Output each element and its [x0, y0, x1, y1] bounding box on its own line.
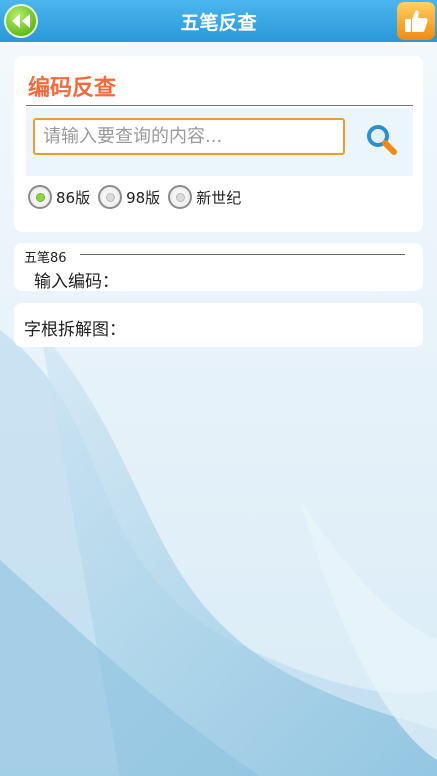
- decomposition-card: 字根拆解图：: [14, 303, 423, 347]
- double-left-arrow-icon: [12, 14, 30, 28]
- like-button[interactable]: [397, 2, 435, 40]
- radio-label: 98版: [126, 188, 161, 207]
- radio-label: 86版: [56, 188, 91, 207]
- divider: [26, 105, 413, 106]
- radio-selected-icon: [28, 185, 52, 209]
- result-legend: 五笔86: [24, 251, 67, 266]
- title-bar: 五笔反查: [0, 0, 437, 42]
- search-button[interactable]: [364, 122, 400, 158]
- search-area: [26, 108, 413, 176]
- search-input[interactable]: [33, 118, 345, 155]
- back-button[interactable]: [4, 4, 38, 38]
- input-code-label: 输入编码：: [34, 272, 119, 292]
- radio-new-century[interactable]: 新世纪: [168, 185, 241, 209]
- section-title: 编码反查: [28, 76, 117, 101]
- version-radio-group: 86版 98版 新世纪: [28, 185, 249, 209]
- radio-98[interactable]: 98版: [98, 185, 160, 209]
- legend-divider: [80, 254, 405, 255]
- page-title: 五笔反查: [180, 11, 257, 34]
- radio-86[interactable]: 86版: [28, 185, 90, 209]
- magnifier-icon: [367, 125, 397, 155]
- result-card: 五笔86 输入编码：: [14, 243, 423, 292]
- radio-unselected-icon: [98, 185, 123, 209]
- code-lookup-card: 编码反查 86版 98版 新世纪: [14, 56, 423, 232]
- radio-unselected-icon: [168, 185, 193, 209]
- decomposition-label: 字根拆解图：: [24, 320, 126, 340]
- thumbs-up-icon: [405, 10, 428, 32]
- radio-label: 新世纪: [196, 188, 242, 207]
